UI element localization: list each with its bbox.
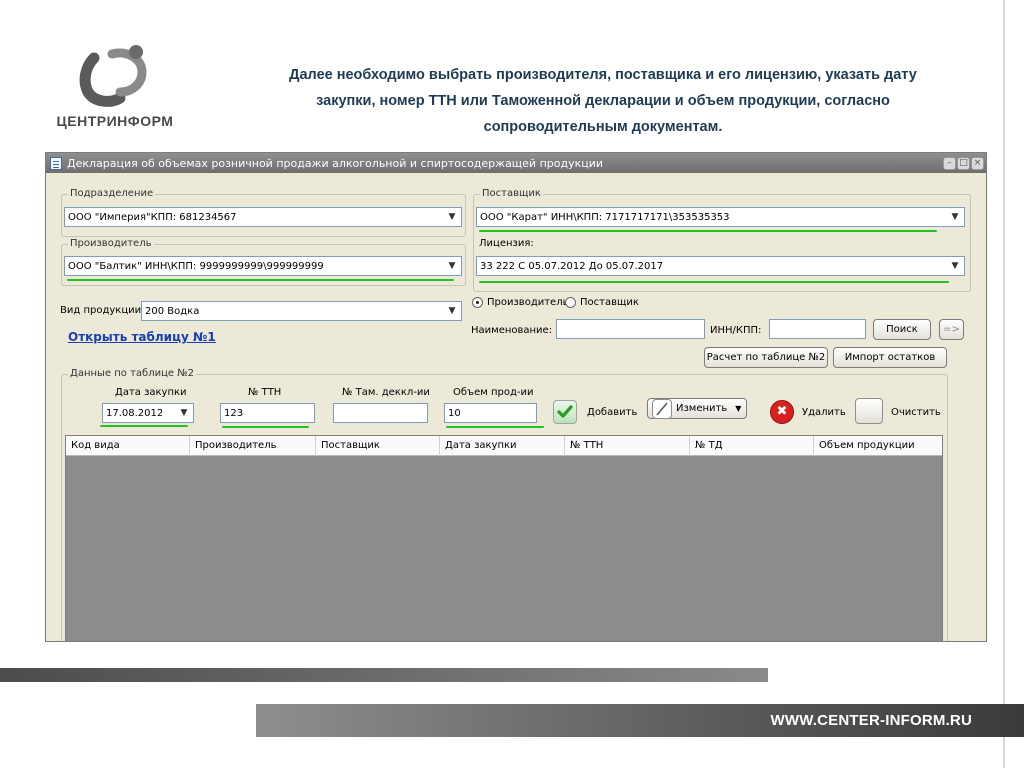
col-header-ttn[interactable]: № ТТН	[565, 436, 690, 456]
supplier-value: ООО "Карат" ИНН\КПП: 7171717171\35353535…	[480, 211, 730, 223]
check-icon-glyph	[557, 405, 573, 418]
website-url: WWW.CENTER-INFORM.RU	[770, 712, 972, 729]
declaration-window: Декларация об объемах розничной продажи …	[45, 152, 987, 642]
radio-supplier-label: Поставщик	[580, 297, 639, 308]
volume-highlight	[446, 426, 544, 428]
date-highlight	[100, 425, 188, 427]
caption-line-2: закупки, номер ТТН или Таможенной деклар…	[316, 93, 890, 109]
slide: ЦЕНТРИНФОРМ Далее необходимо выбрать про…	[0, 0, 1024, 768]
edit-button-label: Изменить	[676, 403, 728, 414]
customs-label: № Там. деккл-ии	[342, 387, 430, 398]
inn-label: ИНН/КПП:	[710, 325, 762, 336]
pencil-icon-glyph	[656, 402, 668, 415]
license-highlight	[479, 281, 949, 283]
slide-caption: Далее необходимо выбрать производителя, …	[218, 62, 988, 140]
purchase-date-label: Дата закупки	[115, 387, 187, 398]
radio-supplier[interactable]	[565, 297, 576, 308]
supplier-highlight	[479, 230, 937, 232]
chevron-down-icon[interactable]: ▼	[446, 260, 458, 272]
calc-table-2-button[interactable]: Расчет по таблице №2	[704, 347, 828, 368]
app-icon	[50, 156, 62, 170]
purchase-date-picker[interactable]: 17.08.2012 ▼	[102, 403, 194, 423]
check-icon[interactable]	[553, 400, 577, 424]
chevron-down-icon[interactable]: ▼	[446, 305, 458, 317]
supplier-combo[interactable]: ООО "Карат" ИНН\КПП: 7171717171\35353535…	[476, 207, 965, 227]
manufacturer-value: ООО "Балтик" ИНН\КПП: 9999999999\9999999…	[68, 260, 324, 272]
radio-manufacturer[interactable]	[472, 297, 483, 308]
col-header-purchase-date[interactable]: Дата закупки	[440, 436, 565, 456]
chevron-down-icon[interactable]: ▼	[949, 211, 961, 223]
radio-manufacturer-label: Производитель	[487, 297, 569, 308]
col-header-manufacturer[interactable]: Производитель	[190, 436, 316, 456]
col-header-volume[interactable]: Объем продукции	[814, 436, 942, 456]
volume-input[interactable]: 10	[444, 403, 537, 423]
open-table-1-link[interactable]: Открыть таблицу №1	[68, 330, 216, 344]
manufacturer-label: Производитель	[68, 238, 154, 249]
chevron-down-icon[interactable]: ▼	[949, 260, 961, 272]
product-type-label: Вид продукции:	[60, 305, 145, 316]
search-button[interactable]: Поиск	[873, 319, 931, 340]
edit-button[interactable]: Изменить ▼	[647, 398, 747, 419]
name-input[interactable]	[556, 319, 705, 339]
close-icon[interactable]: ×	[971, 156, 984, 170]
supplier-label: Поставщик	[480, 188, 543, 199]
window-titlebar: Декларация об объемах розничной продажи …	[46, 153, 986, 173]
minimize-icon[interactable]: –	[943, 156, 956, 170]
footer-bar-top	[0, 668, 768, 682]
chevron-down-icon[interactable]: ▼	[446, 211, 458, 223]
clear-button[interactable]: Очистить	[891, 407, 941, 418]
maximize-icon[interactable]: □	[957, 156, 970, 170]
add-button[interactable]: Добавить	[587, 407, 637, 418]
caption-line-1: Далее необходимо выбрать производителя, …	[289, 67, 917, 83]
col-header-kind-code[interactable]: Код вида	[66, 436, 190, 456]
col-header-td[interactable]: № ТД	[690, 436, 814, 456]
division-value: ООО "Империя"КПП: 681234567	[68, 211, 237, 223]
col-header-supplier[interactable]: Поставщик	[316, 436, 440, 456]
division-label: Подразделение	[68, 188, 156, 199]
product-type-value: 200 Водка	[145, 305, 200, 317]
manufacturer-highlight	[67, 279, 454, 281]
logo-text: ЦЕНТРИНФОРМ	[56, 113, 174, 129]
delete-icon[interactable]: ✖	[770, 400, 794, 424]
caption-line-3: сопроводительным документам.	[483, 119, 723, 135]
volume-label: Объем прод-ии	[453, 387, 534, 398]
window-title: Декларация об объемах розничной продажи …	[67, 156, 604, 170]
chevron-down-icon[interactable]: ▼	[178, 407, 190, 419]
license-label: Лицензия:	[479, 238, 534, 249]
window-controls: – □ ×	[943, 156, 986, 170]
clear-icon[interactable]	[855, 398, 883, 424]
grid-header: Код вида Производитель Поставщик Дата за…	[66, 436, 942, 456]
ttn-highlight	[222, 426, 309, 428]
license-combo[interactable]: 33 222 С 05.07.2012 До 05.07.2017 ▼	[476, 256, 965, 276]
purchase-date-value: 17.08.2012	[106, 407, 164, 419]
footer-bar-bottom: WWW.CENTER-INFORM.RU	[256, 704, 1024, 737]
license-value: 33 222 С 05.07.2012 До 05.07.2017	[480, 260, 664, 272]
company-logo: ЦЕНТРИНФОРМ	[50, 40, 190, 135]
delete-button[interactable]: Удалить	[802, 407, 846, 418]
slide-edge	[1003, 0, 1005, 768]
next-button[interactable]: =>	[939, 319, 964, 340]
data-grid[interactable]: Код вида Производитель Поставщик Дата за…	[65, 435, 943, 641]
inn-input[interactable]	[769, 319, 866, 339]
pencil-icon	[652, 398, 672, 419]
name-label: Наименование:	[471, 325, 553, 336]
window-client: Подразделение ООО "Империя"КПП: 68123456…	[46, 173, 986, 641]
table2-group-label: Данные по таблице №2	[68, 368, 196, 379]
ttn-input[interactable]: 123	[220, 403, 315, 423]
ttn-label: № ТТН	[248, 387, 282, 398]
dropdown-arrow-icon: ▼	[735, 404, 742, 413]
manufacturer-combo[interactable]: ООО "Балтик" ИНН\КПП: 9999999999\9999999…	[64, 256, 462, 276]
product-type-combo[interactable]: 200 Водка ▼	[141, 301, 462, 321]
logo-mark-icon	[79, 45, 147, 107]
import-balances-button[interactable]: Импорт остатков	[833, 347, 947, 368]
division-combo[interactable]: ООО "Империя"КПП: 681234567 ▼	[64, 207, 462, 227]
customs-input[interactable]	[333, 403, 428, 423]
